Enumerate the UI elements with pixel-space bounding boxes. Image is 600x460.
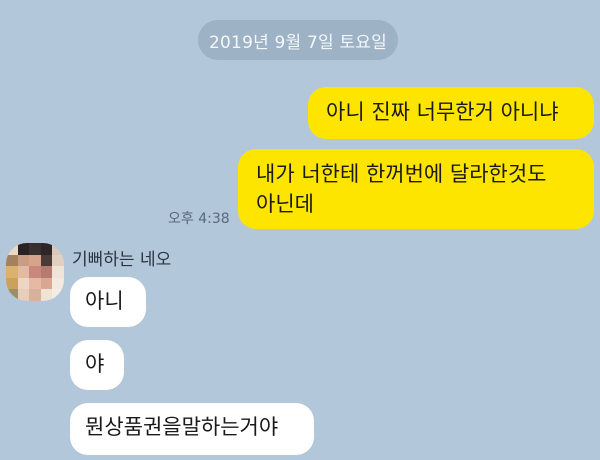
date-divider: 2019년 9월 7일 토요일	[198, 20, 398, 60]
incoming-message-bubble[interactable]: 뭔상품권을말하는거야	[70, 403, 314, 455]
sender-name: 기뻐하는 네오	[72, 250, 172, 270]
message-timestamp: 오후 4:38	[168, 211, 230, 227]
message-line: 아닌데	[256, 192, 314, 216]
outgoing-message-bubble[interactable]: 내가 너한테 한꺼번에 달라한것도 아닌데	[238, 149, 594, 229]
incoming-message-bubble[interactable]: 아니	[70, 277, 146, 327]
outgoing-message-bubble[interactable]: 아니 진짜 너무한거 아니냐	[308, 87, 594, 139]
incoming-message-bubble[interactable]: 야	[70, 340, 124, 390]
sender-avatar[interactable]	[6, 243, 64, 301]
message-line: 내가 너한테 한꺼번에 달라한것도	[256, 162, 547, 186]
